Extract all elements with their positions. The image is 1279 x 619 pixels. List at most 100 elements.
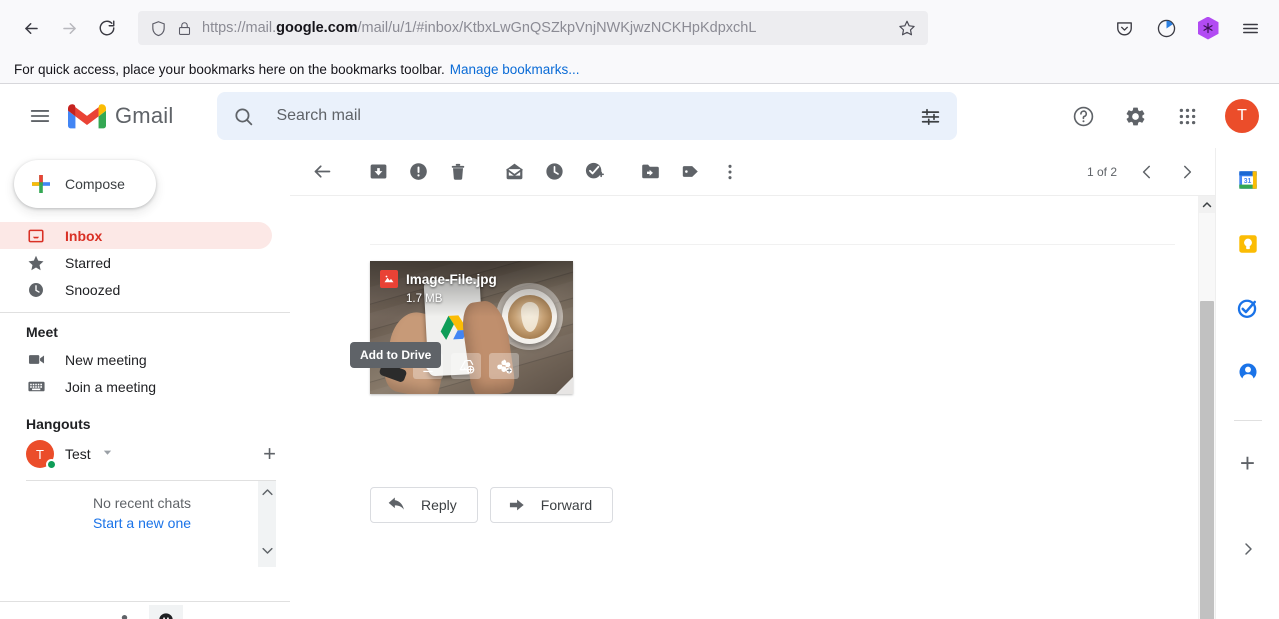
add-addons-icon[interactable]: + xyxy=(1228,443,1268,483)
message-scrollbar[interactable] xyxy=(1198,196,1215,619)
attachment-card[interactable]: Image-File.jpg 1.7 MB xyxy=(370,261,573,394)
scrollbar-track[interactable] xyxy=(1199,213,1215,619)
attachment-divider xyxy=(370,244,1175,245)
add-to-tasks-icon[interactable] xyxy=(574,152,614,192)
url-domain: google.com xyxy=(276,20,358,36)
account-circle-icon[interactable] xyxy=(1151,13,1181,43)
mark-unread-icon[interactable] xyxy=(494,152,534,192)
hangouts-scrollbar[interactable] xyxy=(258,481,276,567)
scroll-down-icon[interactable] xyxy=(260,543,275,563)
bookmark-star-icon[interactable] xyxy=(898,19,916,37)
tasks-glyph xyxy=(1237,299,1257,318)
shield-icon[interactable] xyxy=(150,20,167,37)
add-to-drive-icon[interactable] xyxy=(451,353,481,379)
compose-button[interactable]: Compose xyxy=(14,160,156,208)
delete-icon[interactable] xyxy=(438,152,478,192)
newer-page-icon[interactable] xyxy=(1127,152,1167,192)
pagination-count: 1 of 2 xyxy=(1086,164,1117,179)
sidebar-item-new-meeting[interactable]: New meeting xyxy=(0,346,272,373)
hangouts-account-name: Test xyxy=(65,446,91,462)
hangouts-chat-message: No recent chats Start a new one xyxy=(26,495,258,566)
compose-label: Compose xyxy=(65,176,125,192)
more-options-icon[interactable] xyxy=(710,152,750,192)
url-text[interactable]: https://mail.google.com/mail/u/1/#inbox/… xyxy=(202,20,888,36)
contacts-person-icon[interactable] xyxy=(1228,352,1268,392)
settings-gear-icon[interactable] xyxy=(1111,92,1159,140)
sidebar-item-label: Inbox xyxy=(65,227,103,244)
rail-divider xyxy=(1233,420,1262,421)
scroll-up-icon[interactable] xyxy=(260,485,275,505)
scrollbar-up-arrow-icon[interactable] xyxy=(1199,196,1215,213)
app-body: Compose Inbox Starred Snoozed Meet New m… xyxy=(0,148,1279,619)
sidebar-item-label: New meeting xyxy=(65,351,147,368)
keep-glyph xyxy=(1238,235,1257,253)
bookmarks-hint-text: For quick access, place your bookmarks h… xyxy=(14,62,445,77)
sidebar-item-label: Starred xyxy=(65,254,111,271)
pocket-icon[interactable] xyxy=(1109,13,1139,43)
sidebar-item-join-meeting[interactable]: Join a meeting xyxy=(0,373,272,400)
labels-icon[interactable] xyxy=(670,152,710,192)
calendar-glyph: 31 xyxy=(1238,171,1257,189)
video-camera-icon xyxy=(26,350,46,369)
new-conversation-plus-icon[interactable]: + xyxy=(263,443,276,465)
help-icon[interactable] xyxy=(1059,92,1107,140)
url-prefix: https://mail. xyxy=(202,20,277,36)
main-menu-icon[interactable] xyxy=(16,92,64,140)
save-to-photos-icon[interactable] xyxy=(489,353,519,379)
meet-nav-list: New meeting Join a meeting xyxy=(0,346,290,400)
search-input[interactable] xyxy=(276,107,899,125)
start-new-chat-link[interactable]: Start a new one xyxy=(26,515,258,531)
inbox-icon xyxy=(26,227,46,245)
sidebar-item-label: Snoozed xyxy=(65,281,121,298)
hangouts-tab-icon[interactable] xyxy=(149,604,183,619)
gmail-wordmark: Gmail xyxy=(115,103,174,128)
tasks-check-icon[interactable] xyxy=(1228,288,1268,328)
extension-hex-shape xyxy=(1197,16,1219,40)
hangouts-avatar-wrap: T xyxy=(26,440,57,470)
search-options-icon[interactable] xyxy=(920,106,941,127)
search-bar[interactable] xyxy=(217,92,958,140)
contacts-tab-icon[interactable] xyxy=(107,605,141,619)
url-bar[interactable]: https://mail.google.com/mail/u/1/#inbox/… xyxy=(138,11,928,45)
forward-button[interactable]: Forward xyxy=(489,487,614,523)
back-button[interactable] xyxy=(14,11,48,45)
search-icon[interactable] xyxy=(233,106,254,127)
chevron-down-icon[interactable] xyxy=(102,445,113,463)
browser-chrome: https://mail.google.com/mail/u/1/#inbox/… xyxy=(0,0,1279,84)
back-to-inbox-icon[interactable] xyxy=(302,152,342,192)
clock-icon xyxy=(26,281,46,299)
right-side-panel: 31 + xyxy=(1215,148,1279,619)
hangouts-title: Hangouts xyxy=(26,416,91,432)
calendar-icon[interactable]: 31 xyxy=(1228,160,1268,200)
gmail-logo[interactable]: Gmail xyxy=(68,102,173,131)
reload-button[interactable] xyxy=(90,11,124,45)
hamburger-menu-icon[interactable] xyxy=(1235,13,1265,43)
bookmarks-toolbar: For quick access, place your bookmarks h… xyxy=(0,56,1279,84)
lock-icon[interactable] xyxy=(177,21,192,36)
no-recent-chats-text: No recent chats xyxy=(92,495,192,511)
keep-bulb-icon[interactable] xyxy=(1228,224,1268,264)
snooze-clock-icon[interactable] xyxy=(534,152,574,192)
main-content: 1 of 2 Image-File.jpg 1.7 MB Add to Driv… xyxy=(290,148,1215,619)
archive-icon[interactable] xyxy=(358,152,398,192)
scrollbar-thumb[interactable] xyxy=(1200,301,1214,619)
google-apps-icon[interactable] xyxy=(1163,92,1211,140)
expand-side-panel-icon[interactable] xyxy=(1228,531,1268,571)
sidebar-footer xyxy=(0,601,290,619)
sidebar-item-inbox[interactable]: Inbox xyxy=(0,222,272,249)
browser-nav-bar: https://mail.google.com/mail/u/1/#inbox/… xyxy=(0,0,1279,56)
manage-bookmarks-link[interactable]: Manage bookmarks... xyxy=(450,62,580,77)
star-icon xyxy=(26,254,46,272)
attachment-name-row: Image-File.jpg xyxy=(380,270,565,288)
extension-icon[interactable] xyxy=(1193,13,1223,43)
report-spam-icon[interactable] xyxy=(398,152,438,192)
avatar[interactable]: T xyxy=(1225,99,1259,133)
forward-button[interactable] xyxy=(52,11,86,45)
sidebar-item-snoozed[interactable]: Snoozed xyxy=(0,276,272,303)
sidebar-item-starred[interactable]: Starred xyxy=(0,249,272,276)
older-page-icon[interactable] xyxy=(1167,152,1207,192)
reply-button[interactable]: Reply xyxy=(370,487,478,523)
gmail-m-icon xyxy=(68,103,106,128)
move-to-icon[interactable] xyxy=(630,152,670,192)
hangouts-account-row[interactable]: T Test + xyxy=(0,436,290,472)
